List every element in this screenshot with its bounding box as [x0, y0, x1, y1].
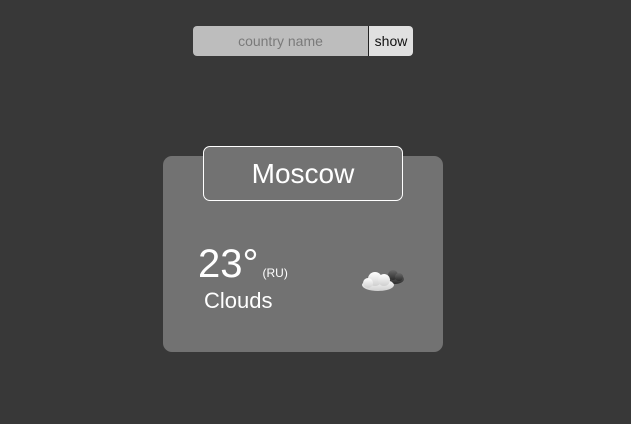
city-name: Moscow [251, 157, 355, 189]
country-search-input[interactable] [193, 26, 368, 56]
temperature-row: 23° (RU) [198, 240, 288, 288]
show-button[interactable]: show [368, 26, 413, 56]
temperature-value: 23° [198, 242, 259, 286]
weather-condition: Clouds [204, 288, 273, 313]
cloudy-icon [362, 270, 404, 291]
search-bar: show [193, 26, 413, 56]
city-name-box: Moscow [203, 146, 403, 201]
country-code: (RU) [262, 266, 288, 280]
